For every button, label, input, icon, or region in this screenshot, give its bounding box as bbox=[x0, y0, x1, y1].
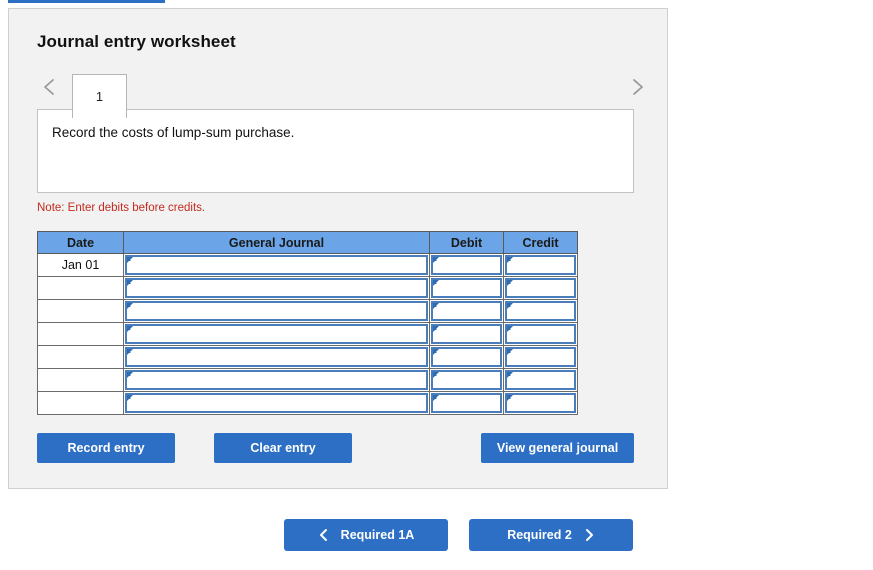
debit-input[interactable] bbox=[431, 301, 502, 321]
credit-cell[interactable] bbox=[503, 368, 578, 392]
date-cell[interactable] bbox=[37, 322, 124, 346]
debit-input[interactable] bbox=[431, 255, 502, 275]
debit-cell[interactable] bbox=[429, 345, 504, 369]
date-cell[interactable] bbox=[37, 276, 124, 300]
credit-cell[interactable] bbox=[503, 391, 578, 415]
debit-cell[interactable] bbox=[429, 391, 504, 415]
column-header-general-journal: General Journal bbox=[123, 231, 430, 254]
page-title: Journal entry worksheet bbox=[37, 32, 236, 51]
general-journal-input[interactable] bbox=[125, 324, 428, 344]
credit-input[interactable] bbox=[505, 347, 576, 367]
credit-cell[interactable] bbox=[503, 253, 578, 277]
debit-input[interactable] bbox=[431, 347, 502, 367]
general-journal-cell[interactable] bbox=[123, 276, 430, 300]
credit-cell[interactable] bbox=[503, 276, 578, 300]
top-progress-bar bbox=[8, 0, 165, 3]
credit-input[interactable] bbox=[505, 370, 576, 390]
table-row bbox=[37, 322, 578, 346]
general-journal-cell[interactable] bbox=[123, 368, 430, 392]
general-journal-cell[interactable] bbox=[123, 391, 430, 415]
chevron-left-icon[interactable] bbox=[39, 76, 61, 98]
worksheet-tab-1[interactable]: 1 bbox=[72, 74, 127, 118]
table-row: Jan 01 bbox=[37, 253, 578, 277]
chevron-left-icon bbox=[318, 528, 329, 542]
general-journal-input[interactable] bbox=[125, 301, 428, 321]
general-journal-table: Date General Journal Debit Credit Jan 01 bbox=[37, 231, 578, 415]
debits-before-credits-note: Note: Enter debits before credits. bbox=[37, 202, 206, 214]
debit-input[interactable] bbox=[431, 278, 502, 298]
required-1a-nav-button[interactable]: Required 1A bbox=[284, 519, 448, 551]
chevron-right-icon[interactable] bbox=[626, 76, 648, 98]
debit-cell[interactable] bbox=[429, 253, 504, 277]
debit-cell[interactable] bbox=[429, 368, 504, 392]
general-journal-input[interactable] bbox=[125, 255, 428, 275]
table-header-row: Date General Journal Debit Credit bbox=[37, 231, 578, 254]
column-header-credit: Credit bbox=[503, 231, 578, 254]
journal-entry-worksheet-panel: Journal entry worksheet 1 Record the cos… bbox=[8, 8, 668, 489]
debit-input[interactable] bbox=[431, 370, 502, 390]
date-cell[interactable] bbox=[37, 299, 124, 323]
chevron-right-icon bbox=[584, 528, 595, 542]
general-journal-cell[interactable] bbox=[123, 253, 430, 277]
entry-description-text: Record the costs of lump-sum purchase. bbox=[52, 125, 295, 140]
debit-input[interactable] bbox=[431, 393, 502, 413]
debit-cell[interactable] bbox=[429, 299, 504, 323]
clear-entry-button[interactable]: Clear entry bbox=[214, 433, 352, 463]
general-journal-input[interactable] bbox=[125, 347, 428, 367]
debit-input[interactable] bbox=[431, 324, 502, 344]
credit-cell[interactable] bbox=[503, 345, 578, 369]
credit-cell[interactable] bbox=[503, 322, 578, 346]
general-journal-input[interactable] bbox=[125, 393, 428, 413]
general-journal-cell[interactable] bbox=[123, 299, 430, 323]
credit-input[interactable] bbox=[505, 301, 576, 321]
worksheet-tabstrip: 1 bbox=[9, 65, 669, 118]
table-row bbox=[37, 368, 578, 392]
credit-input[interactable] bbox=[505, 255, 576, 275]
general-journal-cell[interactable] bbox=[123, 345, 430, 369]
debit-cell[interactable] bbox=[429, 276, 504, 300]
date-cell[interactable] bbox=[37, 368, 124, 392]
entry-description-box: Record the costs of lump-sum purchase. bbox=[37, 109, 634, 193]
required-2-nav-button[interactable]: Required 2 bbox=[469, 519, 633, 551]
required-1a-label: Required 1A bbox=[340, 528, 415, 542]
record-entry-button[interactable]: Record entry bbox=[37, 433, 175, 463]
table-row bbox=[37, 276, 578, 300]
required-2-label: Required 2 bbox=[507, 528, 572, 542]
table-row bbox=[37, 299, 578, 323]
general-journal-cell[interactable] bbox=[123, 322, 430, 346]
table-row bbox=[37, 345, 578, 369]
date-cell[interactable] bbox=[37, 391, 124, 415]
view-general-journal-button[interactable]: View general journal bbox=[481, 433, 634, 463]
date-cell[interactable]: Jan 01 bbox=[37, 253, 124, 277]
credit-cell[interactable] bbox=[503, 299, 578, 323]
column-header-debit: Debit bbox=[429, 231, 504, 254]
general-journal-input[interactable] bbox=[125, 278, 428, 298]
credit-input[interactable] bbox=[505, 278, 576, 298]
worksheet-tab-label: 1 bbox=[95, 89, 104, 104]
column-header-date: Date bbox=[37, 231, 124, 254]
date-cell[interactable] bbox=[37, 345, 124, 369]
table-row bbox=[37, 391, 578, 415]
general-journal-input[interactable] bbox=[125, 370, 428, 390]
credit-input[interactable] bbox=[505, 324, 576, 344]
credit-input[interactable] bbox=[505, 393, 576, 413]
debit-cell[interactable] bbox=[429, 322, 504, 346]
